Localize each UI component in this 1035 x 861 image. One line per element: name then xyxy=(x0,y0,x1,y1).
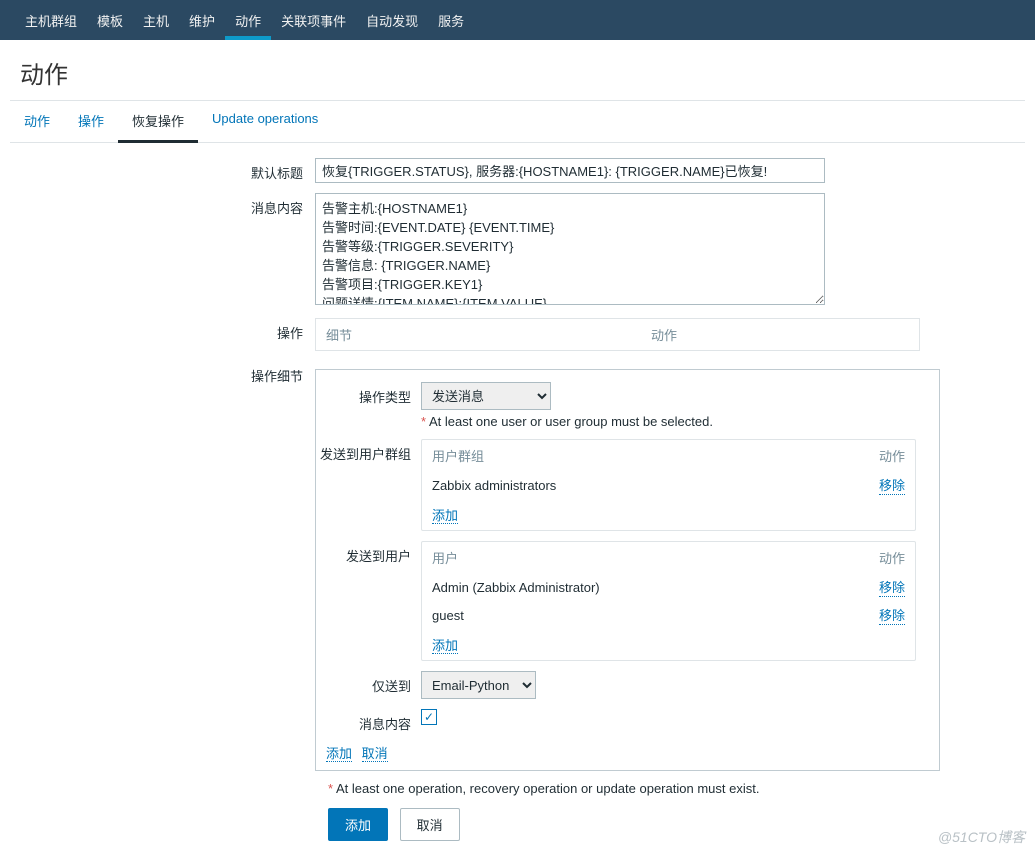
content-panel: 动作操作恢复操作Update operations 默认标题 消息内容 操作 细… xyxy=(10,100,1025,861)
topnav-item-4[interactable]: 动作 xyxy=(225,0,271,40)
tab-0[interactable]: 动作 xyxy=(10,101,64,142)
detail-add-link[interactable]: 添加 xyxy=(326,746,352,762)
operations-table: 细节 动作 xyxy=(315,318,920,351)
message-label: 消息内容 xyxy=(10,193,315,217)
topnav-item-7[interactable]: 服务 xyxy=(428,0,474,40)
user-groups-table: 用户群组 动作 Zabbix administrators移除 添加 xyxy=(421,439,916,531)
users-col-action: 动作 xyxy=(879,548,905,567)
topnav-item-1[interactable]: 模板 xyxy=(87,0,133,40)
watermark: @51CTO博客 xyxy=(938,827,1025,847)
user-required-note: * At least one user or user group must b… xyxy=(421,414,927,429)
cancel-button[interactable]: 取消 xyxy=(400,808,460,841)
operations-label: 操作 xyxy=(10,318,315,342)
remove-user-link[interactable]: 移除 xyxy=(879,605,905,625)
groups-col-name: 用户群组 xyxy=(432,446,879,465)
add-button[interactable]: 添加 xyxy=(328,808,388,841)
user-name: guest xyxy=(432,608,879,623)
op-details-label: 操作细节 xyxy=(10,361,315,385)
send-to-users-label: 发送到用户 xyxy=(316,541,421,565)
recovery-form: 默认标题 消息内容 操作 细节 动作 操作细节 xyxy=(10,143,1025,861)
top-navigation: 主机群组模板主机维护动作关联项事件自动发现服务 xyxy=(0,0,1035,40)
send-only-to-select[interactable]: Email-Python xyxy=(421,671,536,699)
tab-3[interactable]: Update operations xyxy=(198,101,332,142)
group-name: Zabbix administrators xyxy=(432,478,879,493)
ops-col-action: 动作 xyxy=(651,325,677,344)
users-table: 用户 动作 Admin (Zabbix Administrator)移除gues… xyxy=(421,541,916,661)
users-col-name: 用户 xyxy=(432,548,879,567)
table-row: Admin (Zabbix Administrator)移除 xyxy=(422,573,915,601)
table-row: Zabbix administrators移除 xyxy=(422,471,915,499)
send-to-groups-label: 发送到用户群组 xyxy=(316,439,421,463)
add-user-link[interactable]: 添加 xyxy=(432,638,458,654)
op-type-label: 操作类型 xyxy=(316,382,421,406)
topnav-item-5[interactable]: 关联项事件 xyxy=(271,0,356,40)
groups-col-action: 动作 xyxy=(879,446,905,465)
op-type-select[interactable]: 发送消息 xyxy=(421,382,551,410)
topnav-item-6[interactable]: 自动发现 xyxy=(356,0,428,40)
message-textarea[interactable] xyxy=(315,193,825,305)
topnav-item-2[interactable]: 主机 xyxy=(133,0,179,40)
detail-actions: 添加 取消 xyxy=(316,743,939,762)
remove-user-link[interactable]: 移除 xyxy=(879,577,905,597)
form-tabs: 动作操作恢复操作Update operations xyxy=(10,101,1025,143)
detail-cancel-link[interactable]: 取消 xyxy=(362,746,388,762)
table-row: guest移除 xyxy=(422,601,915,629)
user-name: Admin (Zabbix Administrator) xyxy=(432,580,879,595)
send-only-to-label: 仅送到 xyxy=(316,671,421,695)
form-buttons: 添加 取消 xyxy=(328,808,1025,841)
default-subject-input[interactable] xyxy=(315,158,825,183)
topnav-item-0[interactable]: 主机群组 xyxy=(15,0,87,40)
msg-content-checkbox[interactable]: ✓ xyxy=(421,709,437,725)
default-subject-label: 默认标题 xyxy=(10,158,315,182)
tab-2[interactable]: 恢复操作 xyxy=(118,101,198,143)
add-user-group-link[interactable]: 添加 xyxy=(432,508,458,524)
msg-content-label: 消息内容 xyxy=(316,709,421,733)
remove-group-link[interactable]: 移除 xyxy=(879,475,905,495)
topnav-item-3[interactable]: 维护 xyxy=(179,0,225,40)
page-title: 动作 xyxy=(0,40,1035,100)
ops-col-detail: 细节 xyxy=(326,325,651,344)
operation-required-note: * At least one operation, recovery opera… xyxy=(328,781,1025,796)
operation-details-box: 操作类型 发送消息 * At least one user or user gr… xyxy=(315,369,940,771)
tab-1[interactable]: 操作 xyxy=(64,101,118,142)
